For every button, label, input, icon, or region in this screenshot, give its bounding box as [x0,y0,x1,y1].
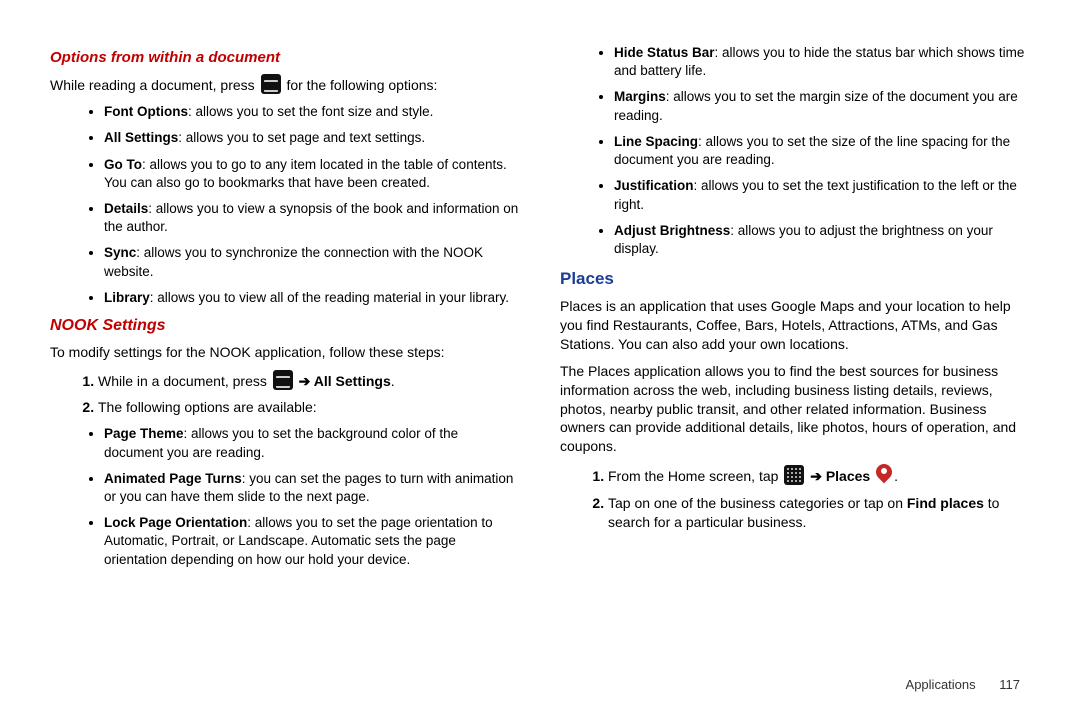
places-step-2: Tap on one of the business categories or… [608,494,1030,532]
settings-list: Page Theme: allows you to set the backgr… [50,425,520,569]
apps-grid-icon [784,465,804,485]
places-pin-icon [876,464,892,486]
nook-intro: To modify settings for the NOOK applicat… [50,343,520,362]
options-intro: While reading a document, press for the … [50,74,520,95]
right-column: Hide Status Bar: allows you to hide the … [560,40,1030,680]
left-column: Options from within a document While rea… [50,40,520,680]
heading-nook: NOOK Settings [50,315,520,337]
places-p2: The Places application allows you to fin… [560,362,1030,456]
menu-icon [261,74,281,94]
settings-list-cont: Hide Status Bar: allows you to hide the … [560,44,1030,258]
menu-icon [273,370,293,390]
text: While reading a document, press [50,77,259,93]
step-1: While in a document, press ➔ All Setting… [98,370,520,391]
places-step-1: From the Home screen, tap ➔ Places . [608,464,1030,486]
options-list: Font Options: allows you to set the font… [50,103,520,307]
step-2: The following options are available: [98,398,520,417]
places-p1: Places is an application that uses Googl… [560,297,1030,354]
text: for the following options: [286,77,437,93]
places-steps: From the Home screen, tap ➔ Places . Tap… [560,464,1030,532]
page-number: 117 [999,677,1020,692]
nook-steps: While in a document, press ➔ All Setting… [50,370,520,418]
section-label: Applications [906,677,976,692]
page-footer: Applications 117 [906,677,1020,692]
heading-options: Options from within a document [50,48,520,68]
heading-places: Places [560,268,1030,291]
